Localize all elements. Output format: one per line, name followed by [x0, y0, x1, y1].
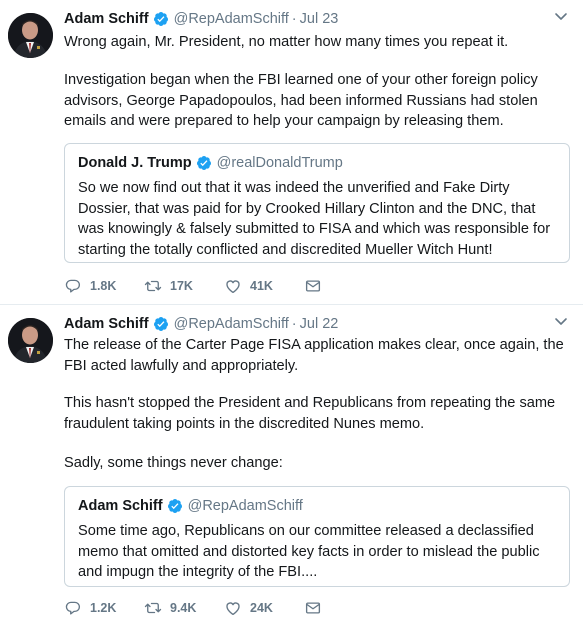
direct-message-button[interactable] [304, 599, 384, 617]
quoted-author-name: Donald J. Trump [78, 155, 192, 171]
tweet-header: Adam Schiff @RepAdamSchiff · Jul 22 [64, 313, 338, 335]
direct-message-button[interactable] [304, 277, 384, 295]
like-button[interactable]: 41K [224, 277, 304, 295]
quoted-tweet-text: So we now find out that it was indeed th… [78, 180, 551, 258]
tweet-date[interactable]: Jul 23 [300, 11, 339, 27]
retweet-button[interactable]: 9.4K [144, 599, 224, 617]
retweet-count: 9.4K [170, 601, 197, 615]
like-count: 41K [250, 279, 273, 293]
retweet-button[interactable]: 17K [144, 277, 224, 295]
reply-icon [65, 279, 81, 293]
verified-badge-icon [167, 499, 182, 513]
reply-button[interactable]: 1.2K [64, 599, 144, 617]
tweet-actions: 1.8K 17K 41K [64, 276, 384, 296]
like-button[interactable]: 24K [224, 599, 304, 617]
tweet[interactable]: Adam Schiff @RepAdamSchiff · Jul 22 The … [0, 305, 583, 630]
verified-badge-icon [153, 317, 168, 331]
chevron-down-icon[interactable] [553, 8, 569, 24]
tweet-date[interactable]: Jul 22 [300, 316, 339, 332]
quoted-tweet-text: Some time ago, Republicans on our commit… [78, 523, 540, 580]
direct-message-icon [305, 602, 321, 614]
author-handle[interactable]: @RepAdamSchiff [174, 316, 289, 332]
separator-dot: · [291, 11, 297, 27]
like-icon [226, 602, 240, 616]
tweet-text: The release of the Carter Page FISA appl… [64, 337, 564, 374]
tweet-actions: 1.2K 9.4K 24K [64, 598, 384, 618]
tweet-header: Adam Schiff @RepAdamSchiff · Jul 23 [64, 8, 338, 30]
avatar-photo [8, 318, 53, 363]
avatar[interactable] [8, 318, 53, 363]
reply-button[interactable]: 1.8K [64, 277, 144, 295]
author-name[interactable]: Adam Schiff [64, 316, 149, 332]
quoted-tweet[interactable]: Donald J. Trump @realDonaldTrump So we n… [64, 143, 570, 263]
tweet-text: This hasn't stopped the President and Re… [64, 395, 556, 432]
avatar-photo [8, 13, 53, 58]
quoted-tweet-header: Adam Schiff @RepAdamSchiff [78, 498, 303, 514]
tweet-text: Sadly, some things never change: [64, 455, 283, 471]
like-icon [226, 280, 240, 294]
author-handle[interactable]: @RepAdamSchiff [174, 11, 289, 27]
verified-badge-icon [153, 12, 168, 26]
reply-count: 1.2K [90, 601, 117, 615]
retweet-count: 17K [170, 279, 193, 293]
tweet-text: Investigation began when the FBI learned… [64, 72, 538, 129]
separator-dot: · [291, 316, 297, 332]
quoted-author-handle: @RepAdamSchiff [187, 498, 303, 514]
retweet-icon [144, 602, 162, 614]
reply-icon [65, 601, 81, 615]
tweet-text: Wrong again, Mr. President, no matter ho… [64, 34, 509, 50]
quoted-tweet[interactable]: Adam Schiff @RepAdamSchiff Some time ago… [64, 486, 570, 587]
verified-badge-icon [196, 156, 211, 170]
chevron-down-icon[interactable] [553, 313, 569, 329]
direct-message-icon [305, 280, 321, 292]
reply-count: 1.8K [90, 279, 117, 293]
quoted-author-name: Adam Schiff [78, 498, 163, 514]
retweet-icon [144, 280, 162, 292]
like-count: 24K [250, 601, 273, 615]
tweet[interactable]: Adam Schiff @RepAdamSchiff · Jul 23 Wron… [0, 0, 583, 305]
avatar[interactable] [8, 13, 53, 58]
quoted-author-handle: @realDonaldTrump [216, 155, 343, 171]
quoted-tweet-header: Donald J. Trump @realDonaldTrump [78, 155, 343, 171]
author-name[interactable]: Adam Schiff [64, 11, 149, 27]
